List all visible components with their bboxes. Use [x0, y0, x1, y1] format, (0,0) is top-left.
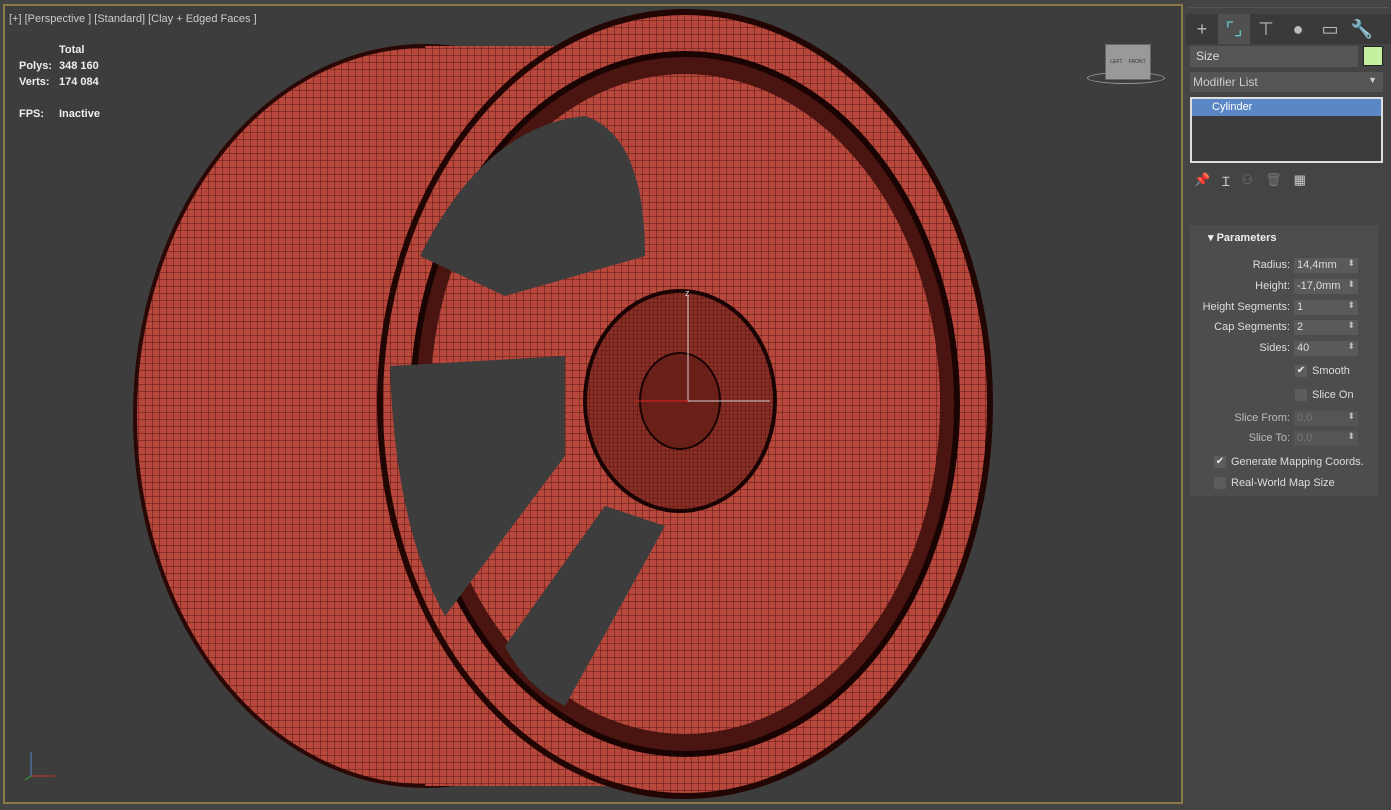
sides-spinner[interactable]: 40 [1294, 340, 1358, 356]
motion-tab[interactable]: ● [1282, 14, 1314, 44]
wheel-model[interactable]: z [5, 6, 1183, 804]
polys-value: 348 160 [59, 60, 99, 72]
slice-on-checkbox[interactable]: Slice On [1295, 389, 1354, 401]
generate-mapping-label: Generate Mapping Coords. [1231, 456, 1364, 468]
slice-to-label: Slice To: [1248, 432, 1290, 444]
check-icon: ✔ [1214, 456, 1226, 468]
hierarchy-icon: ⊤ [1258, 18, 1274, 39]
radius-label: Radius: [1252, 259, 1290, 271]
display-icon: ▭ [1321, 18, 1339, 39]
modify-tab[interactable]: ⌜⌟ [1218, 14, 1250, 44]
axis-tripod-icon [24, 752, 55, 781]
slice-from-spinner[interactable]: 0,0 [1294, 410, 1358, 426]
slice-to-spinner[interactable]: 0,0 [1294, 430, 1358, 446]
object-name-field[interactable]: Size [1190, 46, 1358, 67]
height-segments-spinner[interactable]: 1 [1294, 299, 1358, 315]
show-end-result-icon[interactable]: Ɪ [1222, 172, 1229, 190]
real-world-map-checkbox[interactable]: Real-World Map Size [1214, 477, 1335, 489]
smooth-label: Smooth [1312, 365, 1350, 377]
utilities-tab[interactable]: 🔧 [1346, 14, 1378, 44]
cap-segments-spinner[interactable]: 2 [1294, 319, 1358, 335]
generate-mapping-checkbox[interactable]: ✔ Generate Mapping Coords. [1214, 456, 1364, 468]
radius-spinner[interactable]: 14,4mm [1294, 257, 1358, 273]
height-segments-label: Height Segments: [1202, 301, 1290, 313]
create-icon: + [1196, 18, 1208, 39]
modifier-list-dropdown[interactable]: Modifier List ▼ [1190, 72, 1383, 92]
check-icon: ✔ [1295, 365, 1307, 377]
viewport-label[interactable]: [+] [Perspective ] [Standard] [Clay + Ed… [9, 13, 257, 25]
real-world-map-label: Real-World Map Size [1231, 477, 1335, 489]
perspective-viewport[interactable]: z [+] [Perspective ] [Standard] [Clay + … [3, 4, 1183, 804]
smooth-checkbox[interactable]: ✔ Smooth [1295, 365, 1350, 377]
chevron-down-icon: ▼ [1368, 75, 1377, 85]
fps-value: Inactive [59, 108, 100, 120]
viewcube-front[interactable]: FRONT [1129, 59, 1146, 65]
make-unique-icon[interactable]: ⚇ [1241, 172, 1253, 190]
polys-label: Polys: [19, 60, 53, 72]
create-tab[interactable]: + [1186, 14, 1218, 44]
gizmo-z-label: z [685, 288, 690, 298]
wrench-icon: 🔧 [1350, 18, 1374, 39]
slice-from-label: Slice From: [1234, 412, 1290, 424]
display-tab[interactable]: ▭ [1314, 14, 1346, 44]
pin-stack-icon[interactable]: 📌 [1194, 172, 1210, 190]
height-spinner[interactable]: -17,0mm [1294, 278, 1358, 294]
parameters-title[interactable]: ▾ Parameters [1190, 227, 1378, 248]
parameters-rollout: ▾ Parameters Radius: 14,4mm Height: -17,0m… [1190, 226, 1378, 496]
panel-grip[interactable] [1188, 0, 1389, 8]
parameters-title-text: Parameters [1216, 232, 1277, 244]
fps-label: FPS: [19, 108, 45, 120]
stack-item-cylinder[interactable]: Cylinder [1192, 99, 1381, 116]
hierarchy-tab[interactable]: ⊤ [1250, 14, 1282, 44]
modify-icon: ⌜⌟ [1225, 18, 1243, 39]
cap-segments-label: Cap Segments: [1214, 321, 1290, 333]
stats-total: Total [59, 44, 85, 56]
modifier-list-label: Modifier List [1193, 75, 1258, 89]
modifier-stack[interactable]: Cylinder [1190, 97, 1383, 163]
trash-icon[interactable]: 🗑 [1265, 172, 1282, 190]
object-color-swatch[interactable] [1363, 46, 1383, 66]
height-label: Height: [1255, 280, 1290, 292]
viewcube-ring[interactable] [1087, 72, 1165, 84]
configure-sets-icon[interactable]: ▦ [1294, 172, 1306, 190]
verts-label: Verts: [19, 76, 50, 88]
command-panel: + ⌜⌟ ⊤ ● ▭ 🔧 Size Modifier List ▼ Cylinde… [1186, 0, 1391, 810]
motion-icon: ● [1292, 18, 1304, 39]
verts-value: 174 084 [59, 76, 99, 88]
slice-on-label: Slice On [1312, 389, 1354, 401]
viewcube-left[interactable]: LEFT [1110, 59, 1122, 65]
sides-label: Sides: [1259, 342, 1290, 354]
